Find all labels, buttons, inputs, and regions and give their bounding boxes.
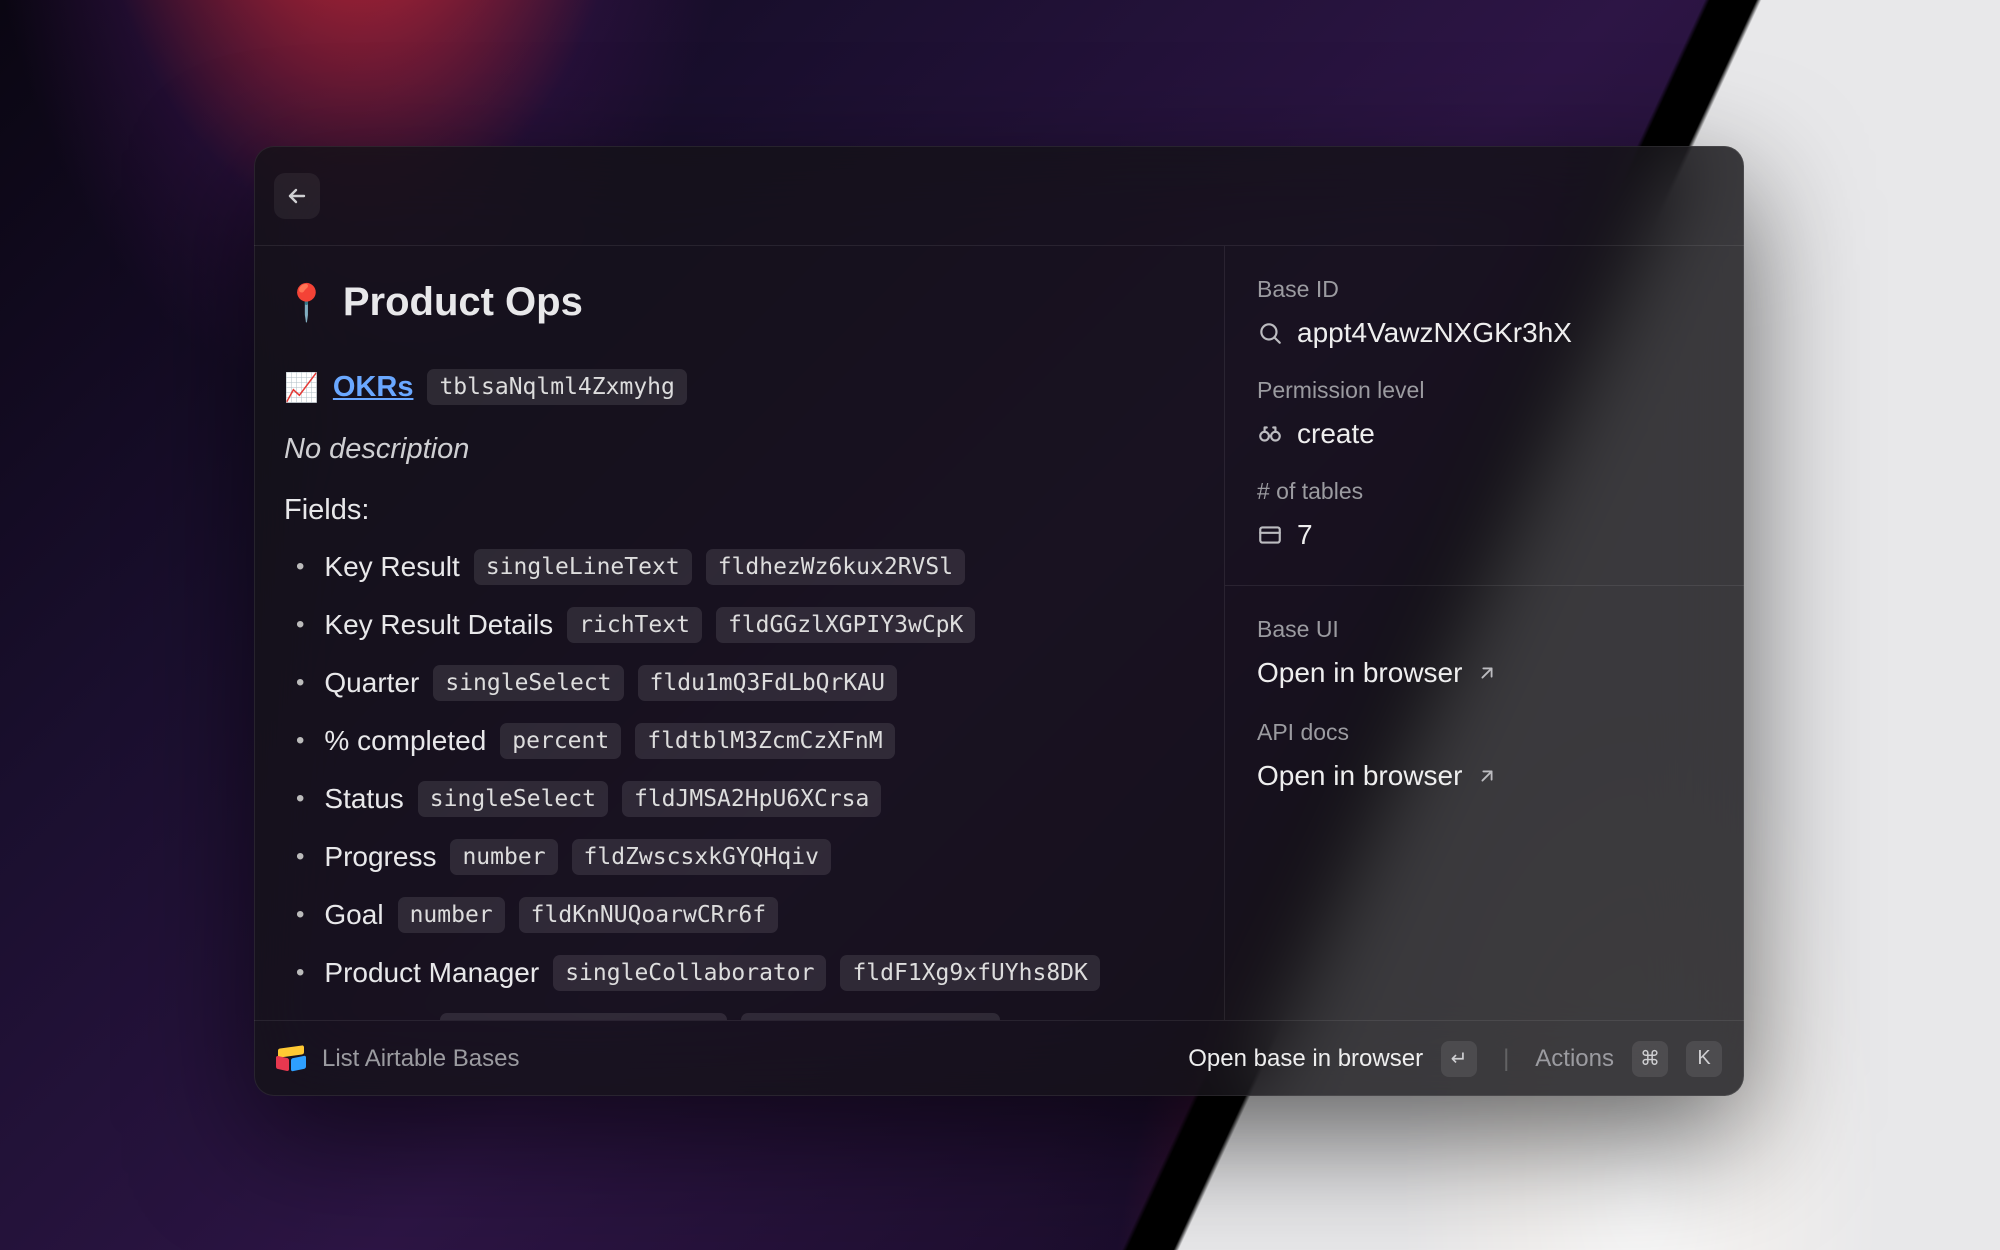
link-text: Open in browser (1257, 760, 1462, 792)
field-id-pill: fldu1mQ3FdLbQrKAU (638, 665, 897, 701)
window-body: 📍 Product Ops 📈 OKRs tblsaNqlml4Zxmyhg N… (254, 246, 1744, 1020)
base-id-row: appt4VawzNXGKr3hX (1257, 317, 1712, 349)
open-base-ui-link[interactable]: Open in browser (1257, 657, 1712, 689)
table-header-row: 📈 OKRs tblsaNqlml4Zxmyhg (284, 369, 1194, 405)
field-id-pill: fldhezWz6kux2RVSl (706, 549, 965, 585)
base-ui-label: Base UI (1257, 616, 1712, 643)
field-name: Product Manager (324, 957, 539, 989)
field-id-pill: fldtblM3ZcmCzXFnM (635, 723, 894, 759)
field-name: % completed (324, 725, 486, 757)
table-description: No description (284, 433, 1194, 466)
pin-emoji-icon: 📍 (284, 282, 329, 324)
enter-key: ↵ (1441, 1041, 1477, 1077)
field-row: Progress number fldZwscsxkGYQHqiv (296, 839, 1194, 875)
external-link-icon (1476, 765, 1498, 787)
field-id-pill: fldGGzlXGPIY3wCpK (716, 607, 975, 643)
chart-emoji-icon: 📈 (284, 371, 319, 404)
raycast-window: 📍 Product Ops 📈 OKRs tblsaNqlml4Zxmyhg N… (254, 146, 1744, 1096)
permission-label: Permission level (1257, 377, 1712, 404)
open-api-docs-link[interactable]: Open in browser (1257, 760, 1712, 792)
magnifier-icon (1257, 320, 1283, 346)
table-name-link[interactable]: OKRs (333, 371, 414, 404)
cmd-key: ⌘ (1632, 1041, 1668, 1077)
field-id-pill: fldKnNUQoarwCRr6f (519, 897, 778, 933)
back-button[interactable] (274, 173, 320, 219)
k-key: K (1686, 1041, 1722, 1077)
field-name: Progress (324, 841, 436, 873)
table-icon (1257, 522, 1283, 548)
field-id-pill: fldZwscsxkGYQHqiv (572, 839, 831, 875)
field-row: Product Manager singleCollaborator fldF1… (296, 955, 1194, 991)
field-type-pill: multipleRecordLinks (440, 1013, 727, 1020)
field-name: Status (324, 783, 403, 815)
base-id-label: Base ID (1257, 276, 1712, 303)
arrow-left-icon (285, 184, 309, 208)
field-row: Key Result Details richText fldGGzlXGPIY… (296, 607, 1194, 643)
airtable-icon (276, 1044, 306, 1074)
field-type-pill: singleLineText (474, 549, 692, 585)
api-docs-label: API docs (1257, 719, 1712, 746)
external-link-icon (1476, 662, 1498, 684)
tables-count-row: 7 (1257, 519, 1712, 551)
field-type-pill: richText (567, 607, 702, 643)
link-text: Open in browser (1257, 657, 1462, 689)
title-text: Product Ops (343, 280, 583, 325)
field-id-pill: fldF1Xg9xfUYhs8DK (840, 955, 1099, 991)
base-id-value: appt4VawzNXGKr3hX (1297, 317, 1572, 349)
metadata-sidebar: Base ID appt4VawzNXGKr3hX Permission lev… (1224, 246, 1744, 1020)
window-topbar (254, 146, 1744, 246)
tables-count-value: 7 (1297, 519, 1313, 551)
page-title: 📍 Product Ops (284, 280, 1194, 325)
field-row: Goal number fldKnNUQoarwCRr6f (296, 897, 1194, 933)
footer-divider: | (1503, 1045, 1509, 1073)
field-id-pill: fldJMSA2HpU6XCrsa (622, 781, 881, 817)
field-id-pill: fld6imcbVvabvG14I (741, 1013, 1000, 1020)
field-type-pill: percent (500, 723, 621, 759)
field-row: % completed percent fldtblM3ZcmCzXFnM (296, 723, 1194, 759)
field-type-pill: singleCollaborator (553, 955, 826, 991)
metadata-block: Base ID appt4VawzNXGKr3hX Permission lev… (1225, 246, 1744, 586)
field-name: Key Result Details (324, 609, 553, 641)
field-name: Projects (324, 1015, 425, 1020)
primary-action-label[interactable]: Open base in browser (1188, 1045, 1423, 1073)
field-row: Quarter singleSelect fldu1mQ3FdLbQrKAU (296, 665, 1194, 701)
permission-value: create (1297, 418, 1375, 450)
tables-count-label: # of tables (1257, 478, 1712, 505)
actions-label[interactable]: Actions (1535, 1045, 1614, 1073)
field-type-pill: number (450, 839, 557, 875)
field-row: Key Result singleLineText fldhezWz6kux2R… (296, 549, 1194, 585)
field-name: Key Result (324, 551, 459, 583)
table-id-pill: tblsaNqlml4Zxmyhg (427, 369, 686, 405)
links-block: Base UI Open in browser API docs Open in… (1225, 586, 1744, 1020)
window-footer: List Airtable Bases Open base in browser… (254, 1020, 1744, 1096)
binoculars-icon (1257, 421, 1283, 447)
main-content: 📍 Product Ops 📈 OKRs tblsaNqlml4Zxmyhg N… (254, 246, 1224, 1020)
field-type-pill: singleSelect (418, 781, 608, 817)
field-type-pill: number (398, 897, 505, 933)
field-name: Goal (324, 899, 383, 931)
field-row: Projects multipleRecordLinks fld6imcbVva… (296, 1013, 1194, 1020)
field-row: Status singleSelect fldJMSA2HpU6XCrsa (296, 781, 1194, 817)
breadcrumb[interactable]: List Airtable Bases (322, 1045, 519, 1073)
fields-heading: Fields: (284, 494, 1194, 527)
permission-row: create (1257, 418, 1712, 450)
fields-list: Key Result singleLineText fldhezWz6kux2R… (284, 549, 1194, 1020)
field-type-pill: singleSelect (433, 665, 623, 701)
field-name: Quarter (324, 667, 419, 699)
